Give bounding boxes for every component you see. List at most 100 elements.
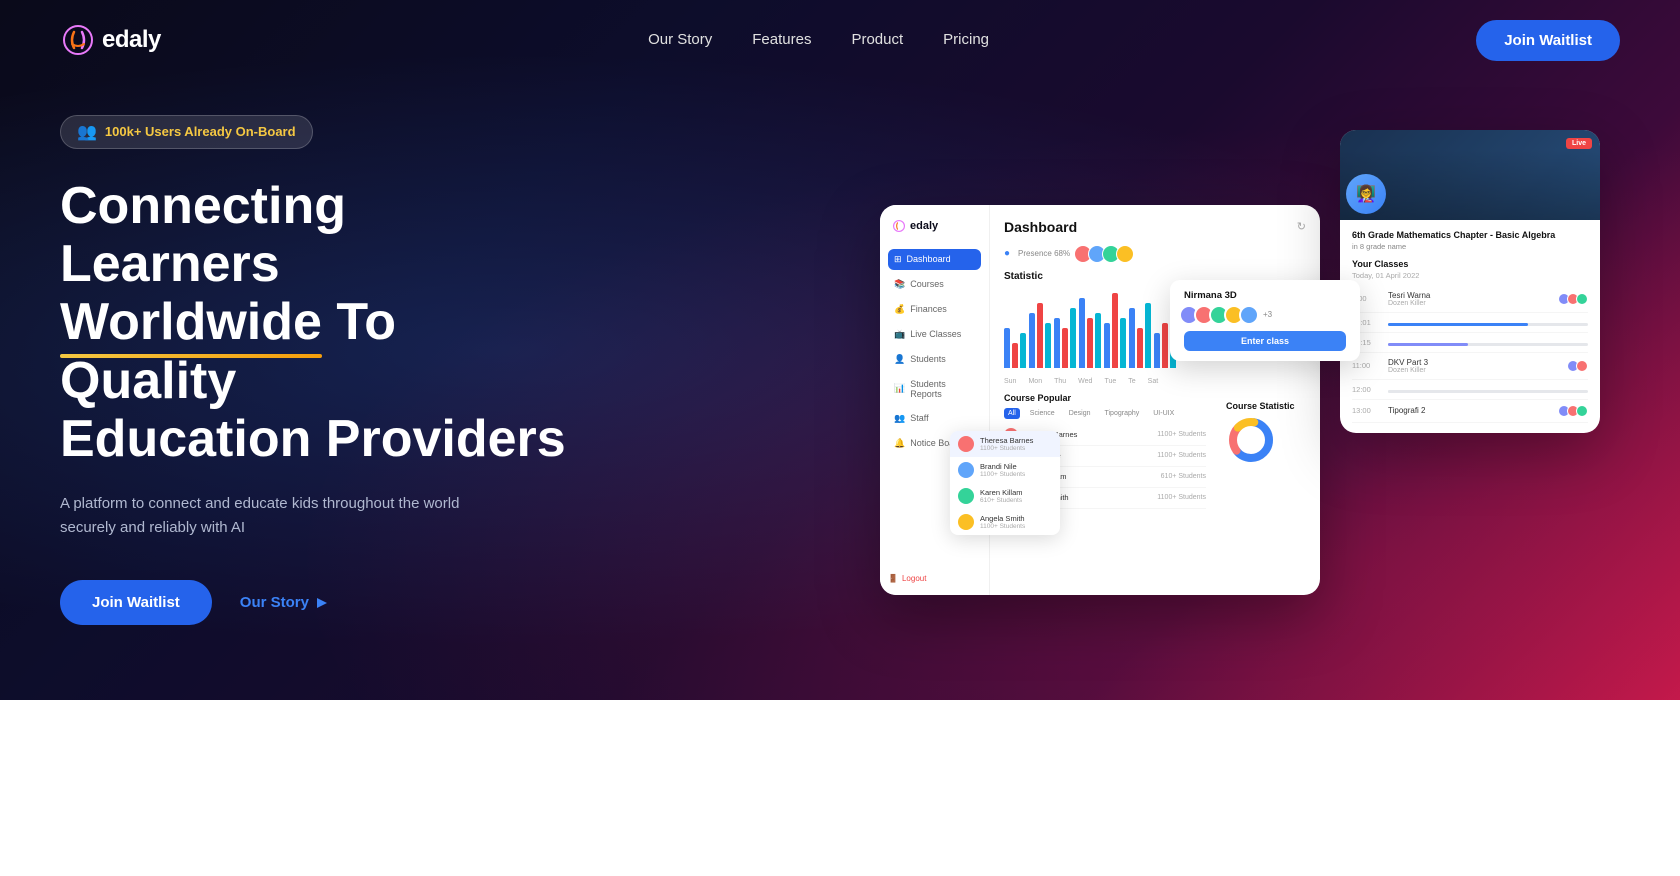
row-info-2: 1100+ Students <box>1157 452 1206 459</box>
dash-logout[interactable]: 🚪 Logout <box>888 574 926 583</box>
row-info-4: 1100+ Students <box>1157 494 1206 501</box>
hero-badge-text: 100k+ Users Already On-Board <box>105 124 296 139</box>
dropdown-item-4[interactable]: Angela Smith 1100+ Students <box>950 509 1060 535</box>
dropdown-info-4: Angela Smith 1100+ Students <box>980 514 1025 530</box>
dash-nav-students[interactable]: 👤 Students <box>888 349 981 370</box>
dash-nav-staff[interactable]: 👥 Staff <box>888 408 981 429</box>
side-class-item-2: 08:01 <box>1352 313 1588 333</box>
bar-te-red <box>1137 328 1143 368</box>
course-tab-typo[interactable]: Tipography <box>1100 408 1143 419</box>
side-class-item-6: 13:00 Tipografi 2 <box>1352 400 1588 423</box>
notice-icon: 🔔 <box>894 438 905 449</box>
presence-avatar-4 <box>1116 245 1134 263</box>
dash-logo-text: edaly <box>910 220 938 232</box>
nav-product[interactable]: Product <box>851 31 903 48</box>
students-icon: 👤 <box>894 354 905 365</box>
side-card-body: 6th Grade Mathematics Chapter - Basic Al… <box>1340 220 1600 433</box>
finance-icon: 💰 <box>894 304 905 315</box>
dash-nav-staff-label: Staff <box>910 413 928 423</box>
class-item-6-content: Tipografi 2 <box>1388 406 1553 415</box>
sca-6-3 <box>1576 405 1588 417</box>
dashboard-card: edaly ⊞ Dashboard 📚 Courses 💰 Financ <box>880 205 1320 595</box>
bar-group-tue <box>1104 293 1126 368</box>
dropdown-avatar-4 <box>958 514 974 530</box>
chart-labels: Sun Mon Thu Wed Tue Te Sat <box>1004 378 1306 385</box>
hero-title-line3: Education Providers <box>60 410 566 468</box>
dash-nav-dashboard-label: Dashboard <box>907 254 951 264</box>
bar-tue-red <box>1112 293 1118 368</box>
dropdown-avatar-3 <box>958 488 974 504</box>
bar-sat-red <box>1162 323 1168 368</box>
dash-header: Dashboard ↻ <box>1004 219 1306 235</box>
class-avatars-4 <box>1570 360 1588 372</box>
course-tab-all[interactable]: All <box>1004 408 1020 419</box>
join-waitlist-hero-button[interactable]: Join Waitlist <box>60 580 212 625</box>
hero-badge: 👥 100k+ Users Already On-Board <box>60 115 313 149</box>
nav-features[interactable]: Features <box>752 31 811 48</box>
nav-our-story[interactable]: Our Story <box>648 31 712 48</box>
side-panel-card: Live 👩‍🏫 6th Grade Mathematics Chapter -… <box>1340 130 1600 433</box>
hero-section: 👥 100k+ Users Already On-Board Connectin… <box>0 0 1680 700</box>
courses-icon: 📚 <box>894 279 905 290</box>
dash-nav-courses-label: Courses <box>910 279 944 289</box>
dash-nav-live[interactable]: 📺 Live Classes <box>888 324 981 345</box>
bar-mon-red <box>1037 303 1043 368</box>
dash-nav-reports[interactable]: 📊 Students Reports <box>888 374 981 404</box>
enter-class-button[interactable]: Enter class <box>1184 331 1346 351</box>
bar-group-thu <box>1054 308 1076 368</box>
class-progress-fill-2 <box>1388 323 1528 326</box>
video-person: 👩‍🏫 <box>1340 150 1600 220</box>
popup-avatars: +3 <box>1184 305 1346 325</box>
navbar: edaly Our Story Features Product Pricing… <box>0 0 1680 80</box>
class-progress-5 <box>1388 390 1588 393</box>
side-class-sub: in 8 grade name <box>1352 242 1588 251</box>
dropdown-item-1[interactable]: Theresa Barnes 1100+ Students <box>950 431 1060 457</box>
dropdown-info-3: Karen Killam 610+ Students <box>980 488 1023 504</box>
course-tab-uiuix[interactable]: UI-UIX <box>1149 408 1178 419</box>
class-progress-3 <box>1388 343 1588 346</box>
join-waitlist-nav-button[interactable]: Join Waitlist <box>1476 20 1620 61</box>
bar-sun-blue <box>1004 328 1010 368</box>
side-section-title: Your Classes <box>1352 259 1588 269</box>
hero-title-line1: Connecting Learners <box>60 177 346 293</box>
logout-icon: 🚪 <box>888 574 898 583</box>
class-item-4-content: DKV Part 3 Dozen Killer <box>1388 358 1562 374</box>
bar-te-blue <box>1129 308 1135 368</box>
reports-icon: 📊 <box>894 383 905 394</box>
our-story-button[interactable]: Our Story <box>240 594 327 611</box>
class-time-4: 11:00 <box>1352 361 1380 370</box>
course-tab-design[interactable]: Design <box>1065 408 1095 419</box>
side-class-item-4: 11:00 DKV Part 3 Dozen Killer <box>1352 353 1588 380</box>
row-info-3: 610+ Students <box>1161 473 1206 480</box>
popup-count: +3 <box>1263 310 1272 319</box>
bar-thu-red <box>1062 328 1068 368</box>
dash-nav-courses[interactable]: 📚 Courses <box>888 274 981 295</box>
bar-group-te <box>1129 303 1151 368</box>
logo-icon <box>60 22 96 58</box>
logo[interactable]: edaly <box>60 22 161 58</box>
bar-wed-cyan <box>1095 313 1101 368</box>
side-class-item-5: 12:00 <box>1352 380 1588 400</box>
side-class-item-3: 08:15 <box>1352 333 1588 353</box>
play-icon <box>317 598 327 608</box>
course-tabs: All Science Design Tipography UI-UIX <box>1004 408 1206 419</box>
dash-nav-students-label: Students <box>910 354 946 364</box>
hero-right: edaly ⊞ Dashboard 📚 Courses 💰 Financ <box>620 120 1620 620</box>
dropdown-item-3[interactable]: Karen Killam 610+ Students <box>950 483 1060 509</box>
hero-actions: Join Waitlist Our Story <box>60 580 580 625</box>
course-tab-science[interactable]: Science <box>1026 408 1059 419</box>
bar-group-wed <box>1079 298 1101 368</box>
bar-thu-blue <box>1054 318 1060 368</box>
bar-mon-blue <box>1029 313 1035 368</box>
nav-pricing[interactable]: Pricing <box>943 31 989 48</box>
dash-nav-dashboard[interactable]: ⊞ Dashboard <box>888 249 981 270</box>
dash-refresh-icon[interactable]: ↻ <box>1297 220 1306 233</box>
dropdown-item-2[interactable]: Brandi Nile 1100+ Students <box>950 457 1060 483</box>
side-class-item-1: 8:00 Tesri Warna Dozen Killer <box>1352 286 1588 313</box>
class-avatars-1 <box>1561 293 1588 305</box>
bar-mon-cyan <box>1045 323 1051 368</box>
sca-3 <box>1576 293 1588 305</box>
bar-group-sun <box>1004 328 1026 368</box>
dash-nav-finances[interactable]: 💰 Finances <box>888 299 981 320</box>
bar-wed-blue <box>1079 298 1085 368</box>
